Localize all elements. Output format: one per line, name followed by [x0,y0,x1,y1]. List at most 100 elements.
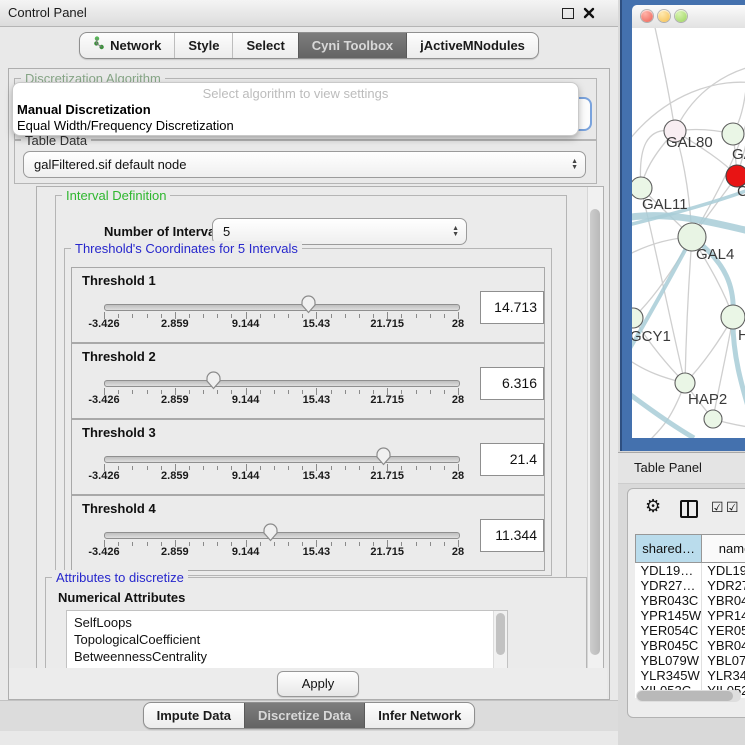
columns-icon[interactable] [680,500,698,518]
settings-scrollbar[interactable] [587,187,603,669]
table-cell[interactable]: YDR27… [702,578,745,593]
tab-jactivemnodules[interactable]: jActiveMNodules [406,33,538,58]
tab-style[interactable]: Style [174,33,232,58]
checkbox-icon[interactable]: ☑ [726,499,739,515]
table-row[interactable]: YER054CYER054C [636,623,745,638]
table-cell[interactable]: YPR145W [702,608,745,623]
table-data-group: Table Data galFiltered.sif default node … [14,140,597,184]
threshold-value-field[interactable]: 11.344 [480,519,544,552]
network-node-label: C [737,183,745,200]
table-row[interactable]: YBR045CYBR045C [636,638,745,653]
tab-select[interactable]: Select [232,33,297,58]
table-row[interactable]: YPR145WYPR145W [636,608,745,623]
slider-tick [345,466,346,470]
slider-tick [359,314,360,318]
slider-tick [274,390,275,394]
tab-cyni-toolbox[interactable]: Cyni Toolbox [298,33,406,58]
table-cell[interactable]: YDR27… [636,578,702,593]
table-column-header-shared-[interactable]: shared… [636,535,702,563]
close-traffic-light[interactable] [641,10,653,22]
slider-tick [217,390,218,394]
slider-track[interactable] [104,304,460,311]
attributes-scrollbar[interactable] [493,611,507,670]
attribute-item-betweennesscentrality[interactable]: BetweennessCentrality [67,648,507,665]
zoom-traffic-light[interactable] [675,10,687,22]
threshold-value-field[interactable]: 21.4 [480,443,544,476]
table-cell[interactable]: YLR345W [636,668,702,683]
table-cell[interactable]: YBL079W [702,653,745,668]
close-icon[interactable] [583,7,595,19]
table-data-combo[interactable]: galFiltered.sif default node ▲▼ [23,151,586,178]
slider-tick-label: 28 [452,394,464,406]
threshold-1-box: Threshold 1-3.4262.8599.14415.4321.71528… [71,267,545,343]
slider-tick-label: 21.715 [370,546,404,558]
number-of-intervals-label: Number of Intervals [104,224,226,239]
table-cell[interactable]: YBR045C [636,638,702,653]
attribute-item-topologicalcoefficient[interactable]: TopologicalCoefficient [67,631,507,648]
slider-tick-label: 21.715 [370,318,404,330]
slider-tick [416,314,417,318]
table-cell[interactable]: YBR043C [636,593,702,608]
threshold-value-field[interactable]: 6.316 [480,367,544,400]
table-cell[interactable]: YER054C [636,623,702,638]
tab-discretize-data[interactable]: Discretize Data [244,703,364,728]
gear-icon[interactable]: ⚙ [645,497,661,515]
slider-track[interactable] [104,380,460,387]
network-node-ga[interactable] [722,123,744,145]
tab-network[interactable]: Network [80,33,174,58]
tab-label: Discretize Data [258,703,351,728]
slider-tick-label: 28 [452,546,464,558]
network-window-titlebar[interactable] [632,5,745,29]
table-cell[interactable]: YPR145W [636,608,702,623]
table-horizontal-scrollbar[interactable] [636,690,741,702]
slider-tick [444,314,445,318]
table-cell[interactable]: YDL19… [702,563,745,579]
slider-tick [416,466,417,470]
table-cell[interactable]: YLR345W [702,668,745,683]
network-icon [93,33,105,58]
algorithm-option-equal-width-frequency-discretization[interactable]: Equal Width/Frequency Discretization [17,118,234,133]
algorithm-popup: Select algorithm to view settings Manual… [13,83,578,135]
settings-scroll-area: Interval Definition Number of Intervals … [36,186,604,670]
table-row[interactable]: YLR345WYLR345W [636,668,745,683]
threshold-value-field[interactable]: 14.713 [480,291,544,324]
network-node[interactable] [704,410,722,428]
threshold-2-box: Threshold 2-3.4262.8599.14415.4321.71528… [71,343,545,419]
numerical-attributes-list[interactable]: SelfLoopsTopologicalCoefficientBetweenne… [66,610,508,670]
slider-track[interactable] [104,456,460,463]
slider-tick [217,466,218,470]
slider-thumb[interactable] [300,294,317,314]
node-attribute-table[interactable]: shared…nameYDL19…YDL19…YDR27…YDR27…YBR04… [635,534,745,698]
attribute-item-selfloops[interactable]: SelfLoops [67,614,507,631]
table-column-header-name[interactable]: name [702,535,745,563]
attributes-group-title: Attributes to discretize [52,570,188,585]
slider-thumb[interactable] [205,370,222,390]
slider-thumb[interactable] [375,446,392,466]
table-row[interactable]: YDR27…YDR27… [636,578,745,593]
table-cell[interactable]: YBR045C [702,638,745,653]
table-cell[interactable]: YBR043C [702,593,745,608]
table-cell[interactable]: YDL19… [636,563,702,579]
checkbox-icon[interactable]: ☑ [711,499,724,515]
network-node-hap2[interactable] [675,373,695,393]
apply-button[interactable]: Apply [277,671,359,697]
table-row[interactable]: YBR043CYBR043C [636,593,745,608]
table-cell[interactable]: YBL079W [636,653,702,668]
table-cell[interactable]: YER054C [702,623,745,638]
tab-infer-network[interactable]: Infer Network [364,703,474,728]
algorithm-option-manual-discretization[interactable]: Manual Discretization [17,102,151,117]
slider-thumb[interactable] [262,522,279,542]
slider-tick [331,466,332,470]
table-row[interactable]: YBL079WYBL079W [636,653,745,668]
float-window-icon[interactable] [562,8,574,19]
slider-tick [147,466,148,470]
network-node-h[interactable] [721,305,745,329]
slider-tick-label: 15.43 [303,470,331,482]
network-view[interactable]: GAL80GACGAL11GAL4GCY1HHAP2 [632,28,745,438]
tab-impute-data[interactable]: Impute Data [144,703,244,728]
minimize-traffic-light[interactable] [658,10,670,22]
tab-label: Cyni Toolbox [312,33,393,58]
slider-tick [444,390,445,394]
table-row[interactable]: YDL19…YDL19… [636,563,745,579]
slider-track[interactable] [104,532,460,539]
